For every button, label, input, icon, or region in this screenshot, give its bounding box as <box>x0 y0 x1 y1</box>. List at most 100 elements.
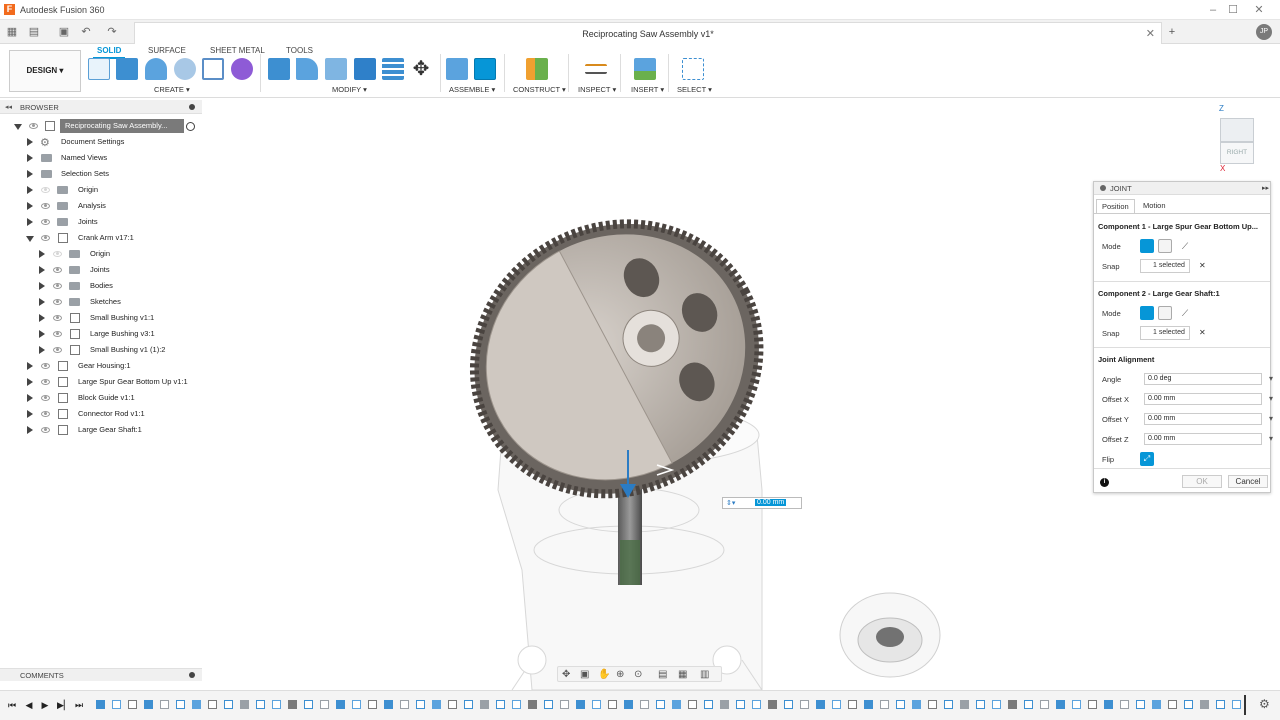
timeline-feature-icon[interactable] <box>144 700 153 709</box>
look-at-icon[interactable]: ▣ <box>580 669 589 680</box>
expand-toggle-icon[interactable] <box>27 378 33 386</box>
visibility-eye-icon[interactable] <box>41 219 50 225</box>
timeline-feature-icon[interactable] <box>416 700 425 709</box>
timeline-feature-icon[interactable] <box>576 700 585 709</box>
angle-input[interactable]: 0.0 deg <box>1144 373 1273 385</box>
timeline-feature-icon[interactable] <box>1152 700 1161 709</box>
tab-tools[interactable]: TOOLS <box>286 46 313 55</box>
expand-toggle-icon[interactable] <box>27 426 33 434</box>
timeline-feature-icon[interactable] <box>256 700 265 709</box>
component1-snap-selection[interactable]: 1 selected <box>1140 259 1190 273</box>
joint-icon[interactable] <box>474 58 496 80</box>
joint-dialog-header[interactable]: JOINT ▸▸ <box>1094 182 1270 195</box>
move-copy-icon[interactable]: ✥ <box>410 58 432 80</box>
pattern-icon[interactable] <box>202 58 224 80</box>
create-form-icon[interactable] <box>231 58 253 80</box>
extrude-icon[interactable] <box>116 58 138 80</box>
drag-mode-icon[interactable]: ⇕▾ <box>726 499 735 507</box>
info-icon[interactable]: i <box>1100 478 1109 487</box>
assemble-menu[interactable]: ASSEMBLE ▾ <box>449 85 495 94</box>
timeline-feature-icon[interactable] <box>832 700 841 709</box>
timeline-feature-icon[interactable] <box>96 700 105 709</box>
timeline-feature-icon[interactable] <box>112 700 121 709</box>
timeline-feature-icon[interactable] <box>176 700 185 709</box>
visibility-eye-icon[interactable] <box>53 267 62 273</box>
clear-selection-icon[interactable]: ✕ <box>1199 328 1206 337</box>
cancel-button[interactable]: Cancel <box>1228 475 1268 488</box>
visibility-eye-icon[interactable] <box>41 187 50 193</box>
timeline-feature-icon[interactable] <box>128 700 137 709</box>
new-component-icon[interactable] <box>446 58 468 80</box>
visibility-eye-icon[interactable] <box>41 235 50 241</box>
timeline-settings-icon[interactable]: ⚙ <box>1259 697 1270 711</box>
visibility-eye-icon[interactable] <box>53 315 62 321</box>
timeline-feature-icon[interactable] <box>496 700 505 709</box>
timeline-feature-icon[interactable] <box>400 700 409 709</box>
mode-simple-button[interactable] <box>1140 239 1154 253</box>
clear-selection-icon[interactable]: ✕ <box>1199 261 1206 270</box>
timeline-feature-icon[interactable] <box>688 700 697 709</box>
timeline-feature-icon[interactable] <box>1232 700 1241 709</box>
viewcube-face-right[interactable]: RIGHT <box>1220 142 1254 164</box>
expand-toggle-icon[interactable] <box>39 250 45 258</box>
timeline-feature-icon[interactable] <box>384 700 393 709</box>
maximize-button[interactable]: ☐ <box>1226 3 1240 17</box>
collapse-browser-icon[interactable]: ◂◂ <box>5 103 12 111</box>
tab-solid[interactable]: SOLID <box>92 46 126 59</box>
visibility-eye-icon[interactable] <box>53 299 62 305</box>
timeline-feature-icon[interactable] <box>768 700 777 709</box>
timeline-feature-icon[interactable] <box>800 700 809 709</box>
expand-toggle-icon[interactable] <box>27 186 33 194</box>
timeline-feature-icon[interactable] <box>992 700 1001 709</box>
construct-menu[interactable]: CONSTRUCT ▾ <box>513 85 566 94</box>
timeline-feature-icon[interactable] <box>928 700 937 709</box>
combine-icon[interactable] <box>354 58 376 80</box>
visibility-eye-icon[interactable] <box>41 427 50 433</box>
timeline-feature-icon[interactable] <box>1024 700 1033 709</box>
timeline-feature-icon[interactable] <box>1136 700 1145 709</box>
press-pull-icon[interactable] <box>268 58 290 80</box>
fillet-icon[interactable] <box>296 58 318 80</box>
timeline-feature-icon[interactable] <box>1008 700 1017 709</box>
timeline-feature-icon[interactable] <box>944 700 953 709</box>
component1-header[interactable]: Component 1 - Large Spur Gear Bottom Up.… <box>1098 222 1258 231</box>
timeline-feature-icon[interactable] <box>672 700 681 709</box>
data-panel-grid-icon[interactable]: ▦ <box>4 24 20 40</box>
timeline-feature-icon[interactable] <box>640 700 649 709</box>
mode-two-edges-button[interactable]: ⟋ <box>1178 306 1192 320</box>
timeline-feature-icon[interactable] <box>560 700 569 709</box>
orbit-icon[interactable]: ✥ <box>562 669 570 680</box>
display-settings-icon[interactable]: ▤ <box>658 669 667 680</box>
timeline-feature-icon[interactable] <box>1104 700 1113 709</box>
revolve-icon[interactable] <box>145 58 167 80</box>
create-menu[interactable]: CREATE ▾ <box>154 85 190 94</box>
chamfer-icon[interactable] <box>325 58 347 80</box>
redo-icon[interactable]: ↷ <box>104 24 120 40</box>
offset-value-field[interactable]: 0.00 mm <box>755 499 787 506</box>
file-menu-icon[interactable]: ▤ <box>26 24 42 40</box>
timeline-feature-icon[interactable] <box>544 700 553 709</box>
timeline-feature-icon[interactable] <box>512 700 521 709</box>
offset-z-input[interactable]: 0.00 mm <box>1144 433 1273 445</box>
tab-position[interactable]: Position <box>1096 199 1135 213</box>
timeline-feature-icon[interactable] <box>624 700 633 709</box>
timeline-feature-icon[interactable] <box>432 700 441 709</box>
timeline-feature-icon[interactable] <box>1072 700 1081 709</box>
select-window-icon[interactable] <box>682 58 704 80</box>
select-menu[interactable]: SELECT ▾ <box>677 85 712 94</box>
timeline-feature-icon[interactable] <box>704 700 713 709</box>
dialog-expand-icon[interactable]: ▸▸ <box>1262 184 1269 192</box>
timeline-feature-icon[interactable] <box>1056 700 1065 709</box>
visibility-eye-icon[interactable] <box>41 379 50 385</box>
timeline-feature-icon[interactable] <box>272 700 281 709</box>
expand-toggle-icon[interactable] <box>39 346 45 354</box>
timeline-feature-icon[interactable] <box>320 700 329 709</box>
visibility-eye-icon[interactable] <box>41 203 50 209</box>
visibility-eye-icon[interactable] <box>29 123 38 129</box>
offset-plane-icon[interactable] <box>526 58 548 80</box>
comments-add-icon[interactable] <box>189 672 195 678</box>
insert-menu[interactable]: INSERT ▾ <box>631 85 664 94</box>
timeline-feature-icon[interactable] <box>1088 700 1097 709</box>
create-sketch-icon[interactable] <box>88 58 110 80</box>
timeline-feature-icon[interactable] <box>1120 700 1129 709</box>
